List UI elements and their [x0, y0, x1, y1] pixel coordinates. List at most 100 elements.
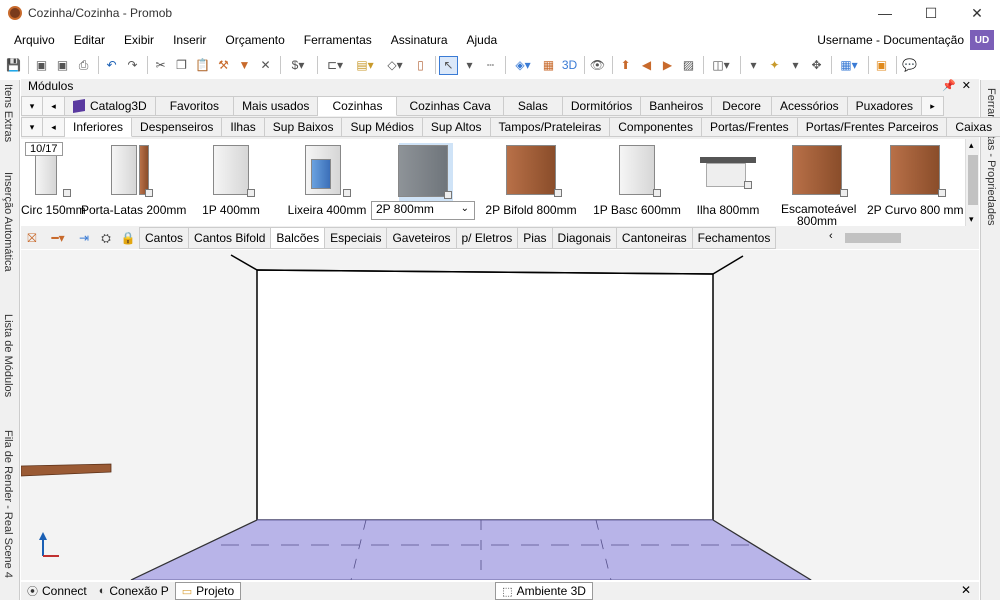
- tab-favoritos[interactable]: Favoritos: [155, 96, 235, 116]
- menu-arquivo[interactable]: Arquivo: [0, 33, 64, 47]
- scrollbar-thumb[interactable]: [845, 233, 901, 243]
- tab-inferiores[interactable]: Inferiores: [65, 117, 133, 137]
- layers-dropdown-icon[interactable]: ◈▾: [509, 56, 537, 75]
- subtab-especiais[interactable]: Especiais: [325, 227, 388, 249]
- side-tab-insercao-automatica[interactable]: Inserção Automática: [2, 172, 14, 272]
- image-icon[interactable]: ▨: [679, 56, 698, 75]
- module-item[interactable]: 1P Basc 600mm: [587, 141, 687, 221]
- chevron-left-icon[interactable]: ◂: [43, 117, 65, 137]
- module-item[interactable]: Porta-Latas 200mm: [81, 141, 186, 221]
- pin-icon[interactable]: 📌: [942, 80, 956, 92]
- menu-editar[interactable]: Editar: [64, 33, 114, 47]
- tab-ilhas[interactable]: Ilhas: [222, 117, 265, 137]
- delete-icon[interactable]: ✕: [256, 56, 275, 75]
- chevron-down-icon[interactable]: ⌄: [461, 203, 469, 214]
- view-2d-icon[interactable]: ▦: [539, 56, 558, 75]
- tab-projeto[interactable]: ▭ Projeto: [174, 582, 242, 600]
- binoculars-icon[interactable]: ⛭: [95, 227, 117, 249]
- modules-scrollbar[interactable]: ▴ ▾: [965, 139, 979, 226]
- module-item[interactable]: 1P 400mm: [191, 141, 271, 221]
- tab-sup-altos[interactable]: Sup Altos: [422, 117, 491, 137]
- view-3d-icon[interactable]: 3D: [560, 56, 579, 75]
- paste-icon[interactable]: 📋: [193, 56, 212, 75]
- tab-sup-baixos[interactable]: Sup Baixos: [264, 117, 343, 137]
- tab-cozinhas[interactable]: Cozinhas: [318, 96, 398, 116]
- module-item-selected[interactable]: 2P 800mm ⌄: [371, 141, 475, 221]
- toolbar-overflow-icon[interactable]: ▾: [744, 56, 763, 75]
- subtab-cantos[interactable]: Cantos: [139, 227, 190, 249]
- pan-icon[interactable]: ✥: [807, 56, 826, 75]
- tab-ambiente-3d[interactable]: ⬚ Ambiente 3D: [495, 582, 593, 600]
- module-item[interactable]: 2P Bifold 800mm: [479, 141, 583, 221]
- chat-icon[interactable]: 💬: [900, 56, 919, 75]
- side-tab-ferramentas-propriedades[interactable]: Ferramentas - Propriedades: [985, 88, 997, 226]
- tab-conexao-p[interactable]: ◐ Conexão P: [93, 582, 175, 600]
- scrollbar-thumb[interactable]: [968, 155, 978, 205]
- render-print-icon[interactable]: ▣: [53, 56, 72, 75]
- chevron-left-icon[interactable]: ◂: [43, 96, 65, 116]
- user-icon[interactable]: ▣: [872, 56, 891, 75]
- tab-puxadores[interactable]: Puxadores: [847, 96, 923, 116]
- render-icon[interactable]: ▣: [32, 56, 51, 75]
- minimize-button[interactable]: —: [862, 0, 908, 26]
- subtab-diagonais[interactable]: Diagonais: [552, 227, 617, 249]
- module-label[interactable]: 2P 800mm: [371, 201, 475, 220]
- light-icon[interactable]: ✦: [765, 56, 784, 75]
- menu-inserir[interactable]: Inserir: [163, 33, 215, 47]
- measure-icon[interactable]: ┄: [481, 56, 500, 75]
- panel-close-icon[interactable]: ✕: [962, 80, 971, 92]
- chevron-right-icon[interactable]: ▸: [922, 96, 945, 116]
- tab-acessorios[interactable]: Acessórios: [771, 96, 848, 116]
- pointer-dropdown-icon[interactable]: ▾: [460, 56, 479, 75]
- move-left-icon[interactable]: ◀: [637, 56, 656, 75]
- stairs-icon[interactable]: ⛝: [21, 227, 43, 249]
- eye-icon[interactable]: 👁: [588, 56, 607, 75]
- print-icon[interactable]: ⎙: [74, 56, 93, 75]
- scroll-up-icon[interactable]: ▴: [969, 140, 974, 151]
- move-icon[interactable]: ⬆: [616, 56, 635, 75]
- cut-icon[interactable]: ✂: [151, 56, 170, 75]
- subtab-balcoes[interactable]: Balcões: [271, 227, 326, 249]
- side-tab-lista-de-modulos[interactable]: Lista de Módulos: [2, 314, 14, 397]
- tab-caixas[interactable]: Caixas: [947, 117, 1000, 137]
- subtab-p-eletros[interactable]: p/ Eletros: [456, 227, 519, 249]
- structure-dropdown-icon[interactable]: ▤▾: [351, 56, 379, 75]
- module-item[interactable]: Ilha 800mm: [685, 141, 771, 221]
- shape-dropdown-icon[interactable]: ◇▾: [381, 56, 409, 75]
- tab-banheiros[interactable]: Banheiros: [641, 96, 713, 116]
- menu-assinatura[interactable]: Assinatura: [381, 33, 457, 47]
- user-avatar[interactable]: UD: [970, 30, 994, 50]
- close-icon[interactable]: ✕: [961, 583, 971, 597]
- tab-portas-frentes-parceiros[interactable]: Portas/Frentes Parceiros: [797, 117, 948, 137]
- side-tab-fila-de-render[interactable]: Fila de Render - Real Scene 4: [2, 430, 14, 578]
- tab-salas[interactable]: Salas: [503, 96, 563, 116]
- maximize-button[interactable]: ☐: [908, 0, 954, 26]
- chevron-down-icon[interactable]: ▾: [21, 96, 43, 116]
- tab-componentes[interactable]: Componentes: [610, 117, 702, 137]
- menu-orcamento[interactable]: Orçamento: [215, 33, 293, 47]
- scroll-left-icon[interactable]: ‹: [829, 230, 833, 242]
- tab-tampos-prateleiras[interactable]: Tampos/Prateleiras: [490, 117, 611, 137]
- menu-exibir[interactable]: Exibir: [114, 33, 163, 47]
- subtab-pias[interactable]: Pias: [518, 227, 553, 249]
- subtab-cantoneiras[interactable]: Cantoneiras: [616, 227, 693, 249]
- module-item[interactable]: Lixeira 400mm: [287, 141, 367, 221]
- tab-connect[interactable]: ⦿ Connect: [21, 582, 93, 600]
- subtabs-scrollbar[interactable]: ‹: [827, 230, 977, 245]
- side-tab-itens-extras[interactable]: Itens Extras: [2, 84, 14, 142]
- paint-icon[interactable]: ▼: [235, 56, 254, 75]
- copy-icon[interactable]: ❐: [172, 56, 191, 75]
- door-icon[interactable]: ▯: [411, 56, 430, 75]
- budget-dropdown-icon[interactable]: $▾: [284, 56, 312, 75]
- menu-ferramentas[interactable]: Ferramentas: [294, 33, 381, 47]
- menu-ajuda[interactable]: Ajuda: [457, 33, 507, 47]
- user-name[interactable]: Username - Documentação: [817, 33, 964, 47]
- tab-despenseiros[interactable]: Despenseiros: [132, 117, 223, 137]
- window-dropdown-icon[interactable]: ◫▾: [707, 56, 735, 75]
- lock-icon[interactable]: 🔒: [117, 227, 139, 249]
- subtab-fechamentos[interactable]: Fechamentos: [692, 227, 777, 249]
- tab-sup-medios[interactable]: Sup Médios: [342, 117, 423, 137]
- tab-mais-usados[interactable]: Mais usados: [234, 96, 319, 116]
- toolbar-overflow-icon[interactable]: ▾: [786, 56, 805, 75]
- save-icon[interactable]: 💾: [4, 56, 23, 75]
